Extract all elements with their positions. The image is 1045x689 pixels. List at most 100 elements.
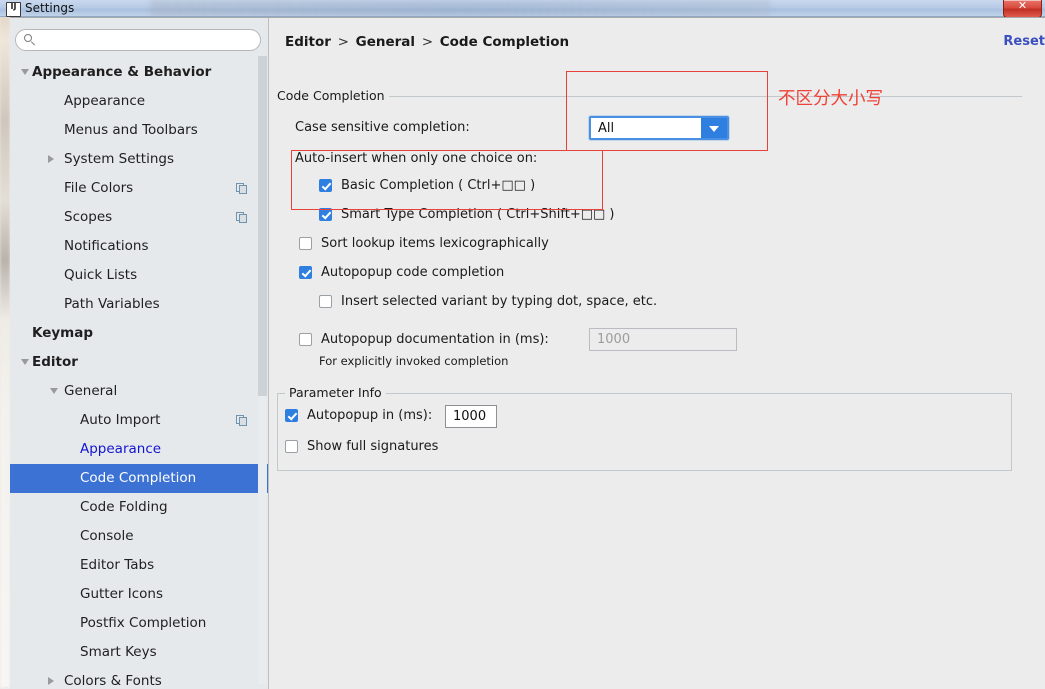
breadcrumb-separator: > xyxy=(421,34,434,50)
code-completion-group-title: Code Completion xyxy=(277,88,389,103)
sidebar-item-path-variables[interactable]: Path Variables xyxy=(10,290,268,319)
search-input[interactable] xyxy=(15,29,261,51)
sidebar-item-label: System Settings xyxy=(64,151,175,167)
chevron-down-icon[interactable] xyxy=(21,359,29,365)
sidebar-item-label: File Colors xyxy=(64,180,134,196)
show-full-signatures-checkbox[interactable] xyxy=(285,440,298,453)
parameter-autopopup-label: Autopopup in (ms): xyxy=(307,408,433,423)
autopopup-documentation-label: Autopopup documentation in (ms): xyxy=(321,332,549,347)
autopopup-documentation-hint: For explicitly invoked completion xyxy=(319,354,509,368)
sidebar-item-menus-and-toolbars[interactable]: Menus and Toolbars xyxy=(10,116,268,145)
sidebar-item-label: Appearance xyxy=(80,441,162,457)
autopopup-documentation-checkbox[interactable] xyxy=(299,333,312,346)
breadcrumb-code-completion: Code Completion xyxy=(439,34,570,50)
breadcrumb-editor[interactable]: Editor xyxy=(285,34,331,50)
reset-link[interactable]: Reset xyxy=(1003,34,1045,49)
sidebar-item-editor-tabs[interactable]: Editor Tabs xyxy=(10,551,268,580)
sidebar-item-quick-lists[interactable]: Quick Lists xyxy=(10,261,268,290)
sidebar-item-label: Appearance xyxy=(64,93,146,109)
case-sensitive-label: Case sensitive completion: xyxy=(295,120,470,135)
sidebar-item-label: Editor Tabs xyxy=(80,557,155,573)
chevron-down-icon[interactable] xyxy=(701,118,727,138)
close-window-button[interactable]: ✕ xyxy=(1003,0,1042,17)
autopopup-code-completion-label: Autopopup code completion xyxy=(321,265,505,280)
desktop-backdrop-left-strip xyxy=(0,0,10,688)
sidebar-item-label: Smart Keys xyxy=(80,644,157,660)
titlebar-blurred-region xyxy=(150,0,770,17)
intellij-idea-icon xyxy=(6,2,21,17)
sidebar-item-label: Scopes xyxy=(64,209,113,225)
titlebar-divider xyxy=(0,16,1045,17)
sidebar-item-appearance-behavior[interactable]: Appearance & Behavior xyxy=(10,58,268,87)
sidebar-item-label: Path Variables xyxy=(64,296,160,312)
sidebar-item-keymap[interactable]: Keymap xyxy=(10,319,268,348)
chevron-right-icon[interactable] xyxy=(48,155,54,163)
chevron-right-icon[interactable] xyxy=(48,677,54,685)
sidebar-item-postfix-completion[interactable]: Postfix Completion xyxy=(10,609,268,638)
sidebar-item-gutter-icons[interactable]: Gutter Icons xyxy=(10,580,268,609)
sidebar-item-console[interactable]: Console xyxy=(10,522,268,551)
sidebar-item-label: Auto Import xyxy=(80,412,161,428)
insert-selected-variant-row[interactable]: Insert selected variant by typing dot, s… xyxy=(319,294,657,309)
basic-completion-checkbox[interactable] xyxy=(319,179,332,192)
sidebar-item-label: Colors & Fonts xyxy=(64,673,162,689)
parameter-info-group-title: Parameter Info xyxy=(285,385,386,400)
chevron-down-icon[interactable] xyxy=(50,388,58,394)
copy-icon[interactable] xyxy=(236,415,248,427)
sidebar-item-label: Postfix Completion xyxy=(80,615,207,631)
smart-type-completion-checkbox[interactable] xyxy=(319,208,332,221)
annotation-note-text: 不区分大小写 xyxy=(778,89,883,109)
window-title: Settings xyxy=(25,1,75,15)
group-top-border xyxy=(333,96,1022,97)
sidebar-item-label: Editor xyxy=(32,354,78,370)
breadcrumb-general[interactable]: General xyxy=(356,34,415,50)
sidebar-item-colors-fonts[interactable]: Colors & Fonts xyxy=(10,667,268,689)
autopopup-code-completion-row[interactable]: Autopopup code completion xyxy=(299,265,504,280)
insert-selected-variant-checkbox[interactable] xyxy=(319,295,332,308)
insert-selected-variant-label: Insert selected variant by typing dot, s… xyxy=(341,294,658,309)
sort-lookup-checkbox[interactable] xyxy=(299,237,312,250)
sidebar-item-general[interactable]: General xyxy=(10,377,268,406)
sidebar-scrollbar-thumb[interactable] xyxy=(258,56,267,396)
basic-completion-row[interactable]: Basic Completion ( Ctrl+□□ ) xyxy=(319,178,535,193)
copy-icon[interactable] xyxy=(236,183,248,195)
parameter-info-border xyxy=(277,393,1012,471)
parameter-autopopup-row[interactable]: Autopopup in (ms): xyxy=(285,408,432,423)
sidebar-item-notifications[interactable]: Notifications xyxy=(10,232,268,261)
sidebar-item-code-folding[interactable]: Code Folding xyxy=(10,493,268,522)
autopopup-documentation-row[interactable]: Autopopup documentation in (ms): xyxy=(299,332,549,347)
sidebar-item-code-completion[interactable]: Code Completion xyxy=(10,464,268,493)
sidebar-item-label: Keymap xyxy=(32,325,94,341)
show-full-signatures-row[interactable]: Show full signatures xyxy=(285,439,438,454)
breadcrumb-separator: > xyxy=(337,34,349,50)
sidebar-item-appearance[interactable]: Appearance xyxy=(10,87,268,116)
parameter-info-group: Parameter Info Autopopup in (ms): Show f… xyxy=(277,385,1012,471)
autopopup-documentation-input[interactable] xyxy=(589,328,737,351)
sidebar-item-label: Code Folding xyxy=(80,499,168,515)
close-icon: ✕ xyxy=(1017,0,1028,12)
parameter-autopopup-input[interactable] xyxy=(445,405,497,428)
case-sensitive-completion-dropdown[interactable]: All xyxy=(589,116,729,140)
chevron-down-icon[interactable] xyxy=(21,69,29,75)
sidebar-item-scopes[interactable]: Scopes xyxy=(10,203,268,232)
settings-content-panel: Editor > General > Code Completion Reset… xyxy=(269,18,1045,689)
sidebar-item-auto-import[interactable]: Auto Import xyxy=(10,406,268,435)
sidebar-item-system-settings[interactable]: System Settings xyxy=(10,145,268,174)
window-titlebar: Settings ✕ xyxy=(0,0,1045,17)
code-completion-group: Code Completion Case sensitive completio… xyxy=(277,88,1022,378)
sort-lookup-row[interactable]: Sort lookup items lexicographically xyxy=(299,236,549,251)
basic-completion-label: Basic Completion ( Ctrl+□□ ) xyxy=(341,178,536,193)
parameter-autopopup-checkbox[interactable] xyxy=(285,409,298,422)
search-field-wrapper xyxy=(15,29,261,51)
copy-icon[interactable] xyxy=(236,212,248,224)
settings-tree: Appearance & Behavior Appearance Menus and… xyxy=(10,58,268,689)
smart-type-completion-row[interactable]: Smart Type Completion ( Ctrl+Shift+□□ ) xyxy=(319,207,614,222)
autopopup-code-completion-checkbox[interactable] xyxy=(299,266,312,279)
sidebar-item-appearance[interactable]: Appearance xyxy=(10,435,268,464)
breadcrumb: Editor > General > Code Completion xyxy=(285,34,569,50)
sidebar-item-file-colors[interactable]: File Colors xyxy=(10,174,268,203)
sidebar-item-label: Console xyxy=(80,528,134,544)
sidebar-item-smart-keys[interactable]: Smart Keys xyxy=(10,638,268,667)
sidebar-item-editor[interactable]: Editor xyxy=(10,348,268,377)
sidebar-item-label: Code Completion xyxy=(80,470,197,486)
